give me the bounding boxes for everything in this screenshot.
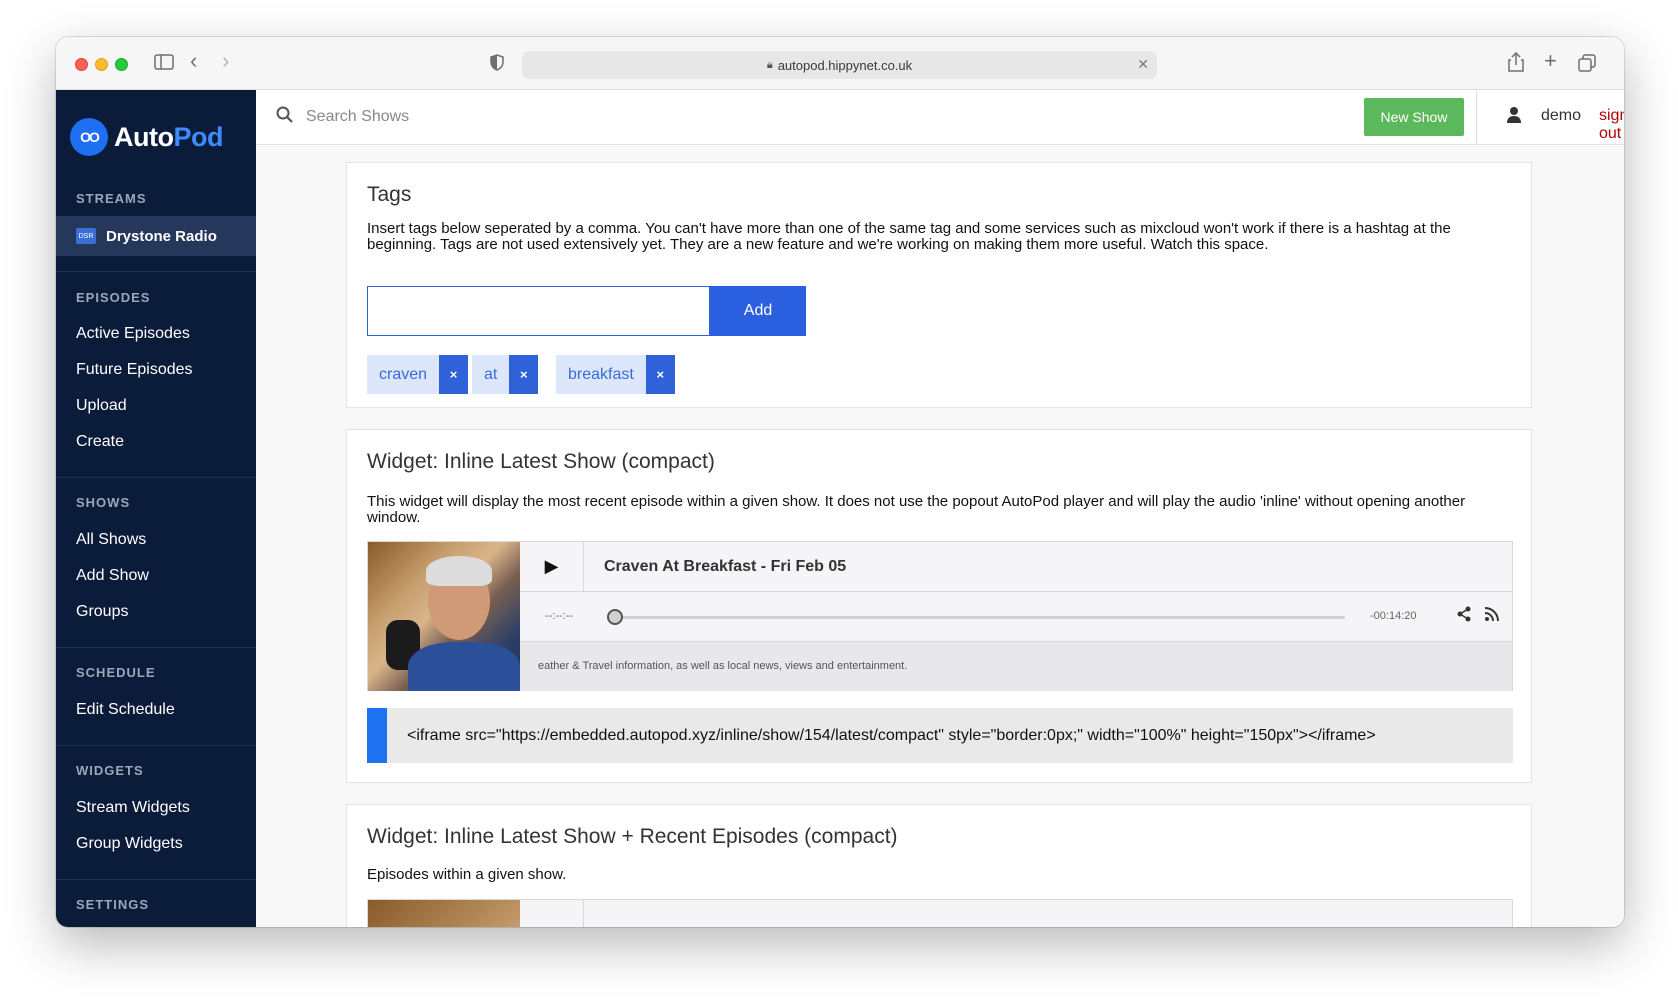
zoom-window-button[interactable] bbox=[115, 58, 128, 71]
section-title-widgets: WIDGETS bbox=[76, 763, 144, 778]
address-bar[interactable]: 🔒︎ autopod.hippynet.co.uk ✕ bbox=[522, 51, 1157, 79]
sidebar-toggle-icon[interactable] bbox=[154, 54, 174, 74]
episode-description: eather & Travel information, as well as … bbox=[520, 642, 1512, 691]
seek-track[interactable] bbox=[615, 616, 1345, 619]
widget-player bbox=[367, 899, 1513, 927]
sign-out-link[interactable]: sign out bbox=[1599, 107, 1624, 143]
clear-url-icon[interactable]: ✕ bbox=[1137, 56, 1149, 73]
sidebar-item-edit-schedule[interactable]: Edit Schedule bbox=[76, 701, 175, 719]
sidebar-item-add-show[interactable]: Add Show bbox=[76, 567, 149, 585]
top-bar: New Show demo sign out bbox=[256, 90, 1624, 145]
remove-tag-icon[interactable]: × bbox=[509, 355, 539, 394]
sidebar-divider bbox=[56, 271, 256, 272]
tag-chip: at × bbox=[472, 355, 539, 394]
section-title-streams: STREAMS bbox=[76, 191, 147, 206]
sidebar-item-stream-widgets[interactable]: Stream Widgets bbox=[76, 799, 190, 817]
tags-panel: Tags Insert tags below seperated by a co… bbox=[346, 162, 1532, 408]
user-icon bbox=[1506, 106, 1522, 129]
browser-window: ‹ › 🔒︎ autopod.hippynet.co.uk ✕ + OO Aut… bbox=[56, 37, 1624, 927]
minimize-window-button[interactable] bbox=[95, 58, 108, 71]
share-icon[interactable] bbox=[1456, 606, 1472, 627]
widget-player: ▶ Craven At Breakfast - Fri Feb 05 --:--… bbox=[367, 541, 1513, 691]
new-tab-icon[interactable]: + bbox=[1544, 50, 1557, 72]
main-content: Tags Insert tags below seperated by a co… bbox=[256, 145, 1624, 927]
embed-code-box[interactable]: <iframe src="https://embedded.autopod.xy… bbox=[367, 708, 1513, 763]
tag-chip: breakfast × bbox=[556, 355, 675, 394]
search-input[interactable] bbox=[306, 104, 706, 130]
sidebar-item-group-widgets[interactable]: Group Widgets bbox=[76, 835, 183, 853]
section-title-schedule: SCHEDULE bbox=[76, 665, 156, 680]
elapsed-time: --:--:-- bbox=[545, 610, 574, 622]
logo-mark-icon: OO bbox=[70, 118, 108, 156]
browser-titlebar: ‹ › 🔒︎ autopod.hippynet.co.uk ✕ + bbox=[56, 37, 1624, 90]
section-title-shows: SHOWS bbox=[76, 495, 131, 510]
tag-label: craven bbox=[379, 366, 428, 383]
close-window-button[interactable] bbox=[75, 58, 88, 71]
stream-badge: DSR bbox=[76, 228, 96, 244]
scrub-row: --:--:-- -00:14:20 bbox=[520, 592, 1512, 642]
tags-description: Insert tags below seperated by a comma. … bbox=[367, 220, 1451, 253]
sidebar: OO AutoPod STREAMS DSR Drystone Radio EP… bbox=[56, 90, 256, 927]
topbar-divider bbox=[1476, 90, 1477, 145]
sidebar-item-create[interactable]: Create bbox=[76, 433, 124, 451]
add-tag-button[interactable]: Add bbox=[710, 286, 806, 336]
sidebar-item-future-episodes[interactable]: Future Episodes bbox=[76, 361, 193, 379]
sidebar-item-all-shows[interactable]: All Shows bbox=[76, 531, 146, 549]
play-icon: ▶ bbox=[544, 556, 559, 576]
episode-thumbnail bbox=[368, 542, 520, 691]
sidebar-divider bbox=[56, 745, 256, 746]
widget-description: Episodes within a given show. bbox=[367, 866, 567, 883]
new-show-button[interactable]: New Show bbox=[1364, 98, 1464, 136]
play-button[interactable]: ▶ bbox=[520, 542, 584, 592]
section-title-episodes: EPISODES bbox=[76, 290, 151, 305]
remove-tag-icon[interactable]: × bbox=[439, 355, 469, 394]
rss-icon[interactable] bbox=[1484, 606, 1500, 627]
sidebar-item-label: Drystone Radio bbox=[106, 227, 217, 245]
widget-inline-panel: Widget: Inline Latest Show (compact) Thi… bbox=[346, 429, 1532, 783]
tag-label: at bbox=[484, 366, 498, 383]
widget-title: Widget: Inline Latest Show + Recent Epis… bbox=[367, 825, 898, 848]
sidebar-item-active-episodes[interactable]: Active Episodes bbox=[76, 325, 190, 343]
tag-chip: craven × bbox=[367, 355, 469, 394]
section-title-settings: SETTINGS bbox=[76, 897, 150, 912]
widget-description: This widget will display the most recent… bbox=[367, 493, 1466, 526]
tags-title: Tags bbox=[367, 183, 412, 206]
episode-title: Craven At Breakfast - Fri Feb 05 bbox=[584, 542, 1512, 592]
sidebar-divider bbox=[56, 879, 256, 880]
tab-overview-icon[interactable] bbox=[1578, 54, 1596, 76]
lock-icon: 🔒︎ bbox=[766, 58, 773, 71]
sidebar-divider bbox=[56, 647, 256, 648]
sidebar-item-upload[interactable]: Upload bbox=[76, 397, 127, 415]
sidebar-item-groups[interactable]: Groups bbox=[76, 603, 128, 621]
autopod-logo[interactable]: OO AutoPod bbox=[70, 118, 223, 156]
search-icon bbox=[276, 106, 294, 129]
share-page-icon[interactable] bbox=[1508, 51, 1524, 76]
back-icon[interactable]: ‹ bbox=[190, 50, 197, 72]
forward-icon[interactable]: › bbox=[222, 50, 229, 72]
url-text: autopod.hippynet.co.uk bbox=[777, 57, 913, 73]
seek-handle[interactable] bbox=[607, 609, 623, 625]
tag-label: breakfast bbox=[568, 366, 634, 383]
episode-thumbnail bbox=[368, 900, 520, 927]
remove-tag-icon[interactable]: × bbox=[645, 355, 675, 394]
privacy-shield-icon[interactable] bbox=[490, 54, 504, 75]
widget-recent-panel: Widget: Inline Latest Show + Recent Epis… bbox=[346, 804, 1532, 927]
tag-input[interactable] bbox=[367, 286, 710, 336]
remaining-time: -00:14:20 bbox=[1370, 610, 1417, 622]
sidebar-item-drystone-radio[interactable]: DSR Drystone Radio bbox=[56, 216, 256, 256]
user-name[interactable]: demo bbox=[1541, 107, 1581, 125]
widget-title: Widget: Inline Latest Show (compact) bbox=[367, 450, 715, 473]
sidebar-divider bbox=[56, 477, 256, 478]
logo-text: AutoPod bbox=[114, 121, 223, 152]
